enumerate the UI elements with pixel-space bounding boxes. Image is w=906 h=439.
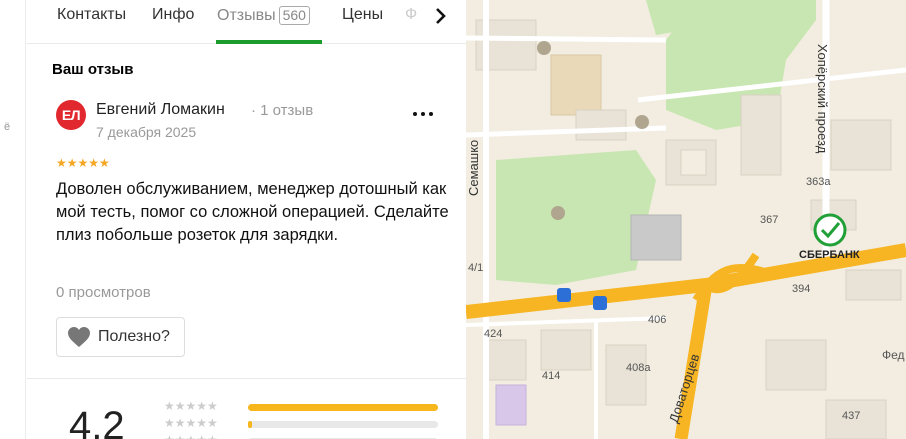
poi-label[interactable]: СБЕРБАНК (799, 249, 860, 261)
distribution-track (248, 421, 438, 428)
active-tab-underline (216, 40, 322, 44)
distribution-track (248, 404, 438, 411)
tab-bar: Контакты Инфо Отзывы 560 Цены Ф (27, 0, 466, 44)
author-name[interactable]: Евгений Ломакин (96, 101, 225, 119)
building-number: 367 (760, 214, 779, 226)
building-number: 414 (542, 370, 561, 382)
heart-icon (68, 327, 90, 347)
tab-reviews[interactable]: Отзывы 560 (217, 6, 310, 25)
left-sidebar-glyph: ё (4, 121, 11, 133)
author-review-count: · 1 отзыв (251, 102, 314, 119)
helpful-label: Полезно? (98, 328, 170, 345)
review-date: 7 декабря 2025 (96, 124, 197, 140)
bus-stop-icon[interactable] (593, 296, 607, 310)
tab-reviews-label: Отзывы (217, 7, 276, 24)
sberbank-logo-icon[interactable] (813, 213, 847, 247)
museum-icon[interactable] (551, 206, 565, 220)
building-number: 394 (792, 283, 811, 295)
review-stars: ★★★★★ (56, 156, 110, 170)
building-number: 424 (484, 328, 503, 340)
rating-distribution-row: ★★★★★ (164, 399, 444, 413)
chevron-right-icon[interactable] (431, 6, 451, 26)
left-sidebar-edge: ё (0, 0, 26, 439)
building-number: 437 (842, 410, 861, 422)
avatar[interactable]: ЕЛ (56, 100, 86, 130)
bus-stop-icon[interactable] (557, 288, 571, 302)
distribution-stars: ★★★★★ (164, 399, 218, 413)
map-view[interactable]: Хопёрский проезд Семашко Доваторцев 363а… (466, 0, 906, 439)
tab-info[interactable]: Инфо (152, 6, 194, 24)
distribution-stars: ★★★★★ (164, 433, 218, 439)
tab-prices[interactable]: Цены (342, 6, 383, 24)
section-divider (27, 378, 466, 379)
review-text: Доволен обслуживанием, менеджер дотошный… (56, 180, 449, 244)
tab-more-faded[interactable]: Ф (405, 6, 417, 24)
poi-label-partial: Фед (882, 348, 905, 362)
rating-distribution-row: ★★★★★ (164, 416, 444, 430)
tab-reviews-count-badge: 560 (278, 6, 310, 25)
distribution-stars: ★★★★★ (164, 416, 218, 430)
street-label: Семашко (466, 139, 481, 196)
building-number: 408а (626, 362, 651, 374)
rating-distribution-row: ★★★★★ (164, 433, 444, 439)
more-dots-icon[interactable] (411, 106, 435, 122)
museum-icon[interactable] (537, 41, 551, 55)
helpful-button[interactable]: Полезно? (56, 317, 185, 357)
views-count: 0 просмотров (56, 284, 151, 301)
organization-panel: Контакты Инфо Отзывы 560 Цены Ф Ваш отзыв… (27, 0, 466, 439)
distribution-fill (248, 404, 438, 411)
street-label: Хопёрский проезд (815, 44, 830, 154)
museum-icon[interactable] (635, 115, 649, 129)
building-number: 406 (648, 314, 667, 326)
average-rating: 4,2 (69, 404, 125, 439)
building-number: 363а (806, 176, 831, 188)
tab-contacts[interactable]: Контакты (57, 6, 126, 24)
section-title: Ваш отзыв (52, 61, 134, 78)
distribution-fill (248, 421, 252, 428)
building-number: 4/1 (468, 262, 484, 274)
